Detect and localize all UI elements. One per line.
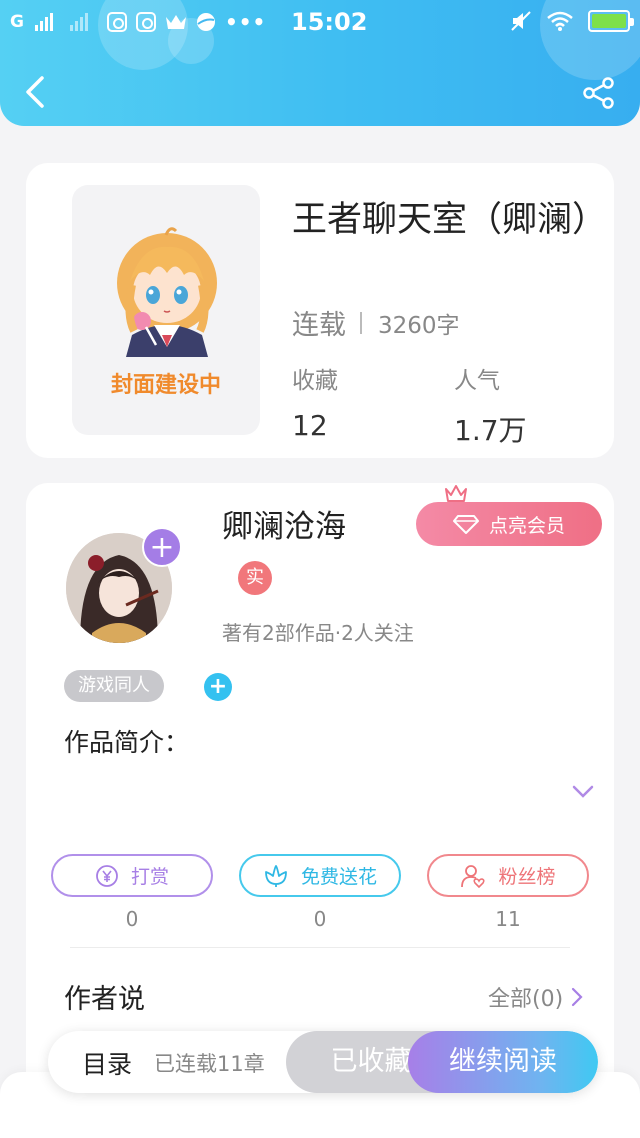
intro-label: 作品简介：: [64, 728, 190, 757]
mute-icon: [511, 11, 531, 31]
book-status-row: 连载 3260字: [292, 303, 460, 342]
activate-vip-button[interactable]: 点亮会员: [416, 502, 602, 546]
stat-value: 1.7万: [454, 414, 527, 447]
stat-value: 12: [292, 409, 328, 442]
author-meta: 著有2部作品·2人关注: [222, 621, 414, 645]
stat-label: 收藏: [292, 368, 338, 394]
divider: [70, 947, 570, 948]
reward-label: 打赏: [130, 866, 169, 888]
chevron-right-icon: [572, 987, 583, 1007]
signal-icon: [69, 13, 88, 31]
chapter-count: 已连载11章: [154, 1052, 265, 1076]
expand-chevron-icon[interactable]: [572, 785, 594, 799]
add-tag-button[interactable]: +: [204, 673, 232, 701]
cover-placeholder-label: 封面建设中: [110, 373, 221, 398]
fan-ranking-button[interactable]: 粉丝榜: [427, 854, 589, 897]
fan-ranking-label: 粉丝榜: [498, 866, 556, 888]
stat-popularity: 人气 1.7万: [454, 361, 527, 449]
author-says-label: 作者说: [64, 984, 145, 1015]
verified-badge: 实: [238, 561, 272, 595]
vip-button-label: 点亮会员: [488, 514, 565, 537]
battery-icon: [588, 10, 634, 32]
book-title: 王者聊天室（卿澜）: [292, 200, 608, 240]
flower-icon: [265, 864, 287, 887]
send-flower-button[interactable]: 免费送花: [239, 854, 401, 897]
all-link-label: 全部(0): [488, 987, 564, 1012]
ball-notification-icon: [196, 13, 215, 31]
author-says-all-link[interactable]: 全部(0): [488, 981, 583, 1013]
wifi-icon: [547, 11, 573, 31]
app-notification-icon: [135, 12, 156, 32]
follow-author-button[interactable]: +: [142, 527, 182, 567]
genre-tag[interactable]: 游戏同人: [64, 670, 164, 702]
diamond-icon: [452, 515, 479, 534]
more-notifications-icon: •••: [224, 10, 267, 34]
stat-label: 人气: [454, 368, 500, 394]
word-count: 3260字: [378, 312, 460, 339]
fan-count: 11: [495, 907, 521, 931]
app-notification-icon: [106, 12, 127, 32]
serial-status: 连载: [292, 310, 346, 341]
crown-notification-icon: [165, 15, 186, 29]
yen-coin-icon: [96, 864, 118, 887]
divider: [360, 311, 362, 334]
app-header: G ••• 15:02: [0, 0, 640, 126]
crown-icon: [445, 485, 467, 502]
user-heart-icon: [461, 864, 486, 888]
clock: 15:02: [291, 8, 368, 36]
stat-favorites: 收藏 12: [292, 361, 338, 442]
send-flower-label: 免费送花: [300, 866, 377, 888]
author-card: + 卿澜沧海 实 著有2部作品·2人关注 点亮会员 游戏同人 + 作品简介： 打…: [26, 483, 614, 1123]
share-button[interactable]: [582, 76, 616, 110]
flower-count: 0: [313, 907, 327, 931]
reward-button[interactable]: 打赏: [51, 854, 213, 897]
back-button[interactable]: [20, 72, 50, 112]
continue-reading-button[interactable]: 继续阅读: [408, 1031, 598, 1093]
network-type: G: [10, 12, 24, 32]
book-info-card: 封面建设中 王者聊天室（卿澜） 连载 3260字 收藏 12 人气 1.7万: [26, 163, 614, 458]
bottom-action-bar: 目录 已连载11章 已收藏 继续阅读: [48, 1031, 598, 1093]
author-name[interactable]: 卿澜沧海: [222, 501, 346, 546]
status-bar: G ••• 15:02: [0, 0, 640, 46]
signal-icon: [34, 13, 53, 31]
reward-count: 0: [125, 907, 139, 931]
book-cover[interactable]: 封面建设中: [72, 185, 260, 435]
table-of-contents-button[interactable]: 目录: [82, 1045, 132, 1081]
